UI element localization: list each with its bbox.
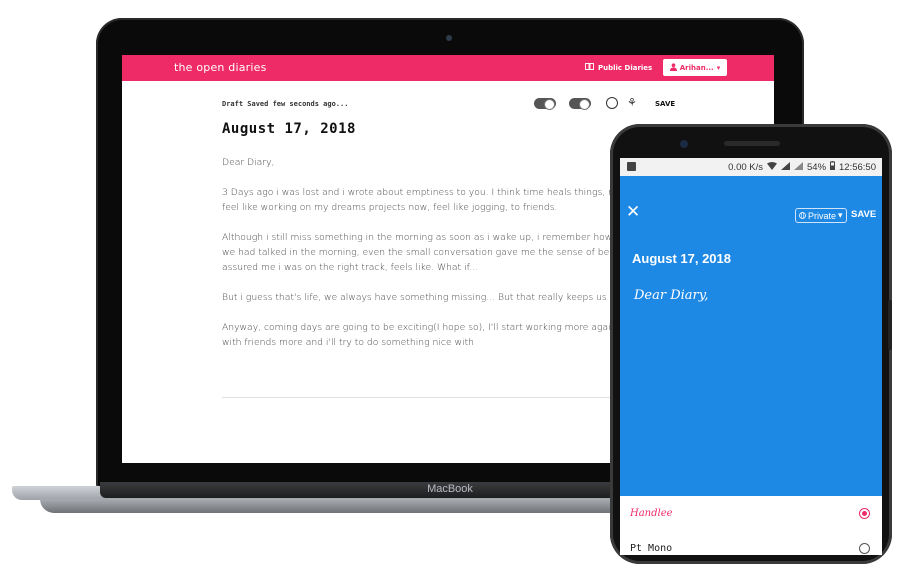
user-name: Arihan... (679, 63, 714, 72)
font-option-label: Pt Mono (630, 543, 673, 554)
palette-icon[interactable] (606, 97, 618, 109)
phone-side-button (888, 300, 892, 350)
mood-toggle[interactable] (569, 98, 591, 110)
wifi-icon (767, 161, 777, 173)
editor-underline (222, 397, 622, 398)
battery-percent: 54% (807, 161, 827, 173)
chevron-down-icon: ▾ (838, 210, 843, 220)
close-icon[interactable]: ✕ (626, 202, 640, 222)
phone-editor: ✕ Private ▾ SAVE August 17, 2018 Dear Di… (620, 176, 882, 496)
privacy-toggle[interactable] (534, 98, 556, 110)
phone-camera (680, 140, 688, 148)
app-header: the open diaries Public Diaries Arihan..… (122, 55, 774, 81)
privacy-label: Private (808, 210, 837, 221)
phone-save-button[interactable]: SAVE (851, 209, 876, 220)
radio-unselected-icon[interactable] (859, 543, 870, 554)
font-picker: Handlee Pt Mono (620, 496, 882, 555)
status-bar: 0.00 K/s 54% 12:56:50 (620, 158, 882, 176)
draft-status: Draft Saved few seconds ago... (222, 100, 349, 108)
user-icon (669, 62, 677, 73)
phone-entry-date: August 17, 2018 (632, 251, 731, 266)
phone-speaker (724, 141, 780, 146)
public-diaries-link[interactable]: Public Diaries (585, 63, 652, 72)
chevron-down-icon: ▾ (716, 63, 721, 72)
font-option-handlee[interactable]: Handlee (630, 506, 870, 526)
user-menu-button[interactable]: Arihan... ▾ (663, 59, 727, 76)
book-icon (585, 63, 594, 72)
save-button[interactable]: SAVE (655, 100, 675, 108)
phone-screen: 0.00 K/s 54% 12:56:50 ✕ Private ▾ SAVE A… (620, 158, 882, 555)
signal-icon (781, 161, 790, 173)
battery-icon (830, 161, 836, 173)
font-icon[interactable]: ⚘ (627, 96, 637, 109)
font-option-pt-mono[interactable]: Pt Mono (630, 541, 870, 555)
status-indicators: 0.00 K/s 54% 12:56:50 (728, 161, 876, 173)
font-option-label: Handlee (630, 508, 673, 519)
network-speed: 0.00 K/s (728, 161, 763, 173)
image-icon (627, 162, 636, 171)
phone-entry-body[interactable]: Dear Diary, (634, 288, 709, 303)
app-brand[interactable]: the open diaries (174, 61, 267, 74)
public-diaries-label: Public Diaries (598, 63, 653, 72)
radio-selected-icon[interactable] (859, 508, 870, 519)
laptop-brand-label: MacBook (427, 483, 473, 495)
privacy-select[interactable]: Private ▾ (795, 208, 847, 223)
globe-icon (799, 211, 806, 221)
laptop-camera (446, 35, 452, 41)
entry-date: August 17, 2018 (222, 121, 356, 137)
signal-icon (794, 161, 803, 173)
clock: 12:56:50 (839, 161, 876, 173)
